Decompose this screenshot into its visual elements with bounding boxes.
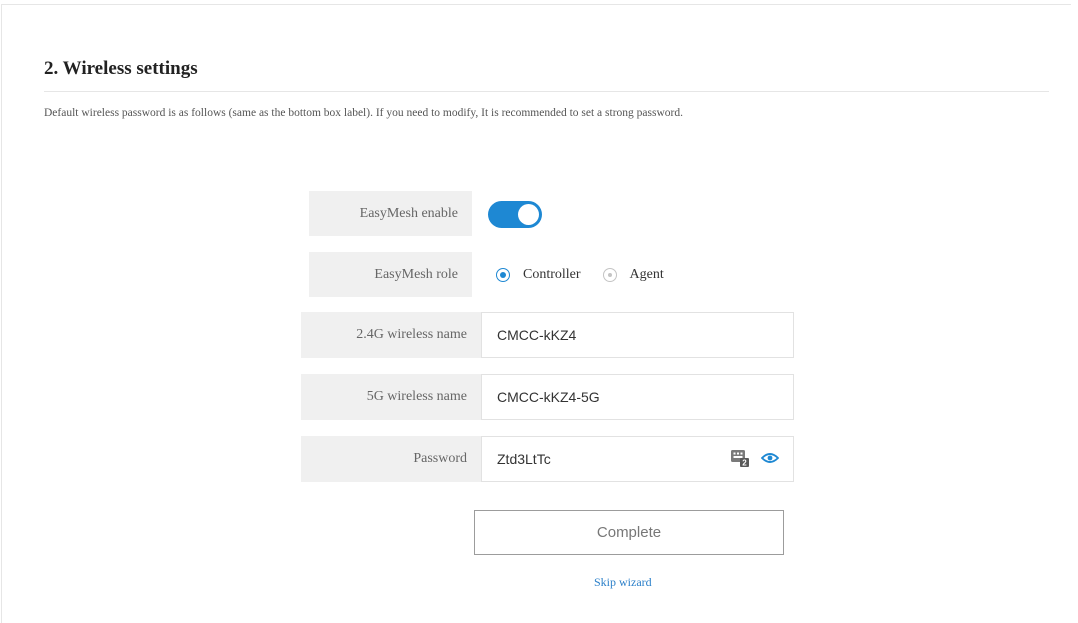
complete-button[interactable]: Complete xyxy=(474,510,784,555)
easymesh-enable-label: EasyMesh enable xyxy=(309,191,472,236)
eye-icon[interactable] xyxy=(760,451,780,467)
keyboard-icon[interactable]: 2 xyxy=(731,449,749,470)
section-title: 2. Wireless settings xyxy=(44,58,198,79)
role-controller-label: Controller xyxy=(523,267,581,282)
radio-selected-icon xyxy=(496,268,510,282)
wizard-panel: 2. Wireless settings Default wireless pa… xyxy=(1,4,1071,623)
wireless-24g-label: 2.4G wireless name xyxy=(301,312,481,358)
wireless-5g-label: 5G wireless name xyxy=(301,374,481,420)
radio-unselected-icon xyxy=(602,268,617,282)
password-input[interactable]: Ztd3LtTc 2 xyxy=(481,436,794,482)
skip-wizard-link[interactable]: Skip wizard xyxy=(594,575,652,590)
password-value: Ztd3LtTc xyxy=(497,451,551,467)
svg-text:2: 2 xyxy=(742,458,747,467)
wireless-5g-name-input[interactable]: CMCC-kKZ4-5G xyxy=(481,374,794,420)
wireless-5g-value: CMCC-kKZ4-5G xyxy=(497,389,600,405)
role-agent-label: Agent xyxy=(629,267,664,282)
role-agent-radio[interactable]: Agent xyxy=(602,267,664,283)
easymesh-enable-toggle[interactable] xyxy=(488,201,542,228)
wireless-24g-name-input[interactable]: CMCC-kKZ4 xyxy=(481,312,794,358)
easymesh-role-label: EasyMesh role xyxy=(309,252,472,297)
role-controller-radio[interactable]: Controller xyxy=(496,267,581,283)
toggle-knob xyxy=(518,204,539,225)
title-divider xyxy=(44,91,1049,92)
wireless-24g-value: CMCC-kKZ4 xyxy=(497,327,577,343)
easymesh-role-radio-group: Controller Agent xyxy=(496,264,664,286)
section-description: Default wireless password is as follows … xyxy=(44,107,683,119)
password-icons: 2 xyxy=(731,437,780,481)
password-label: Password xyxy=(301,436,481,482)
